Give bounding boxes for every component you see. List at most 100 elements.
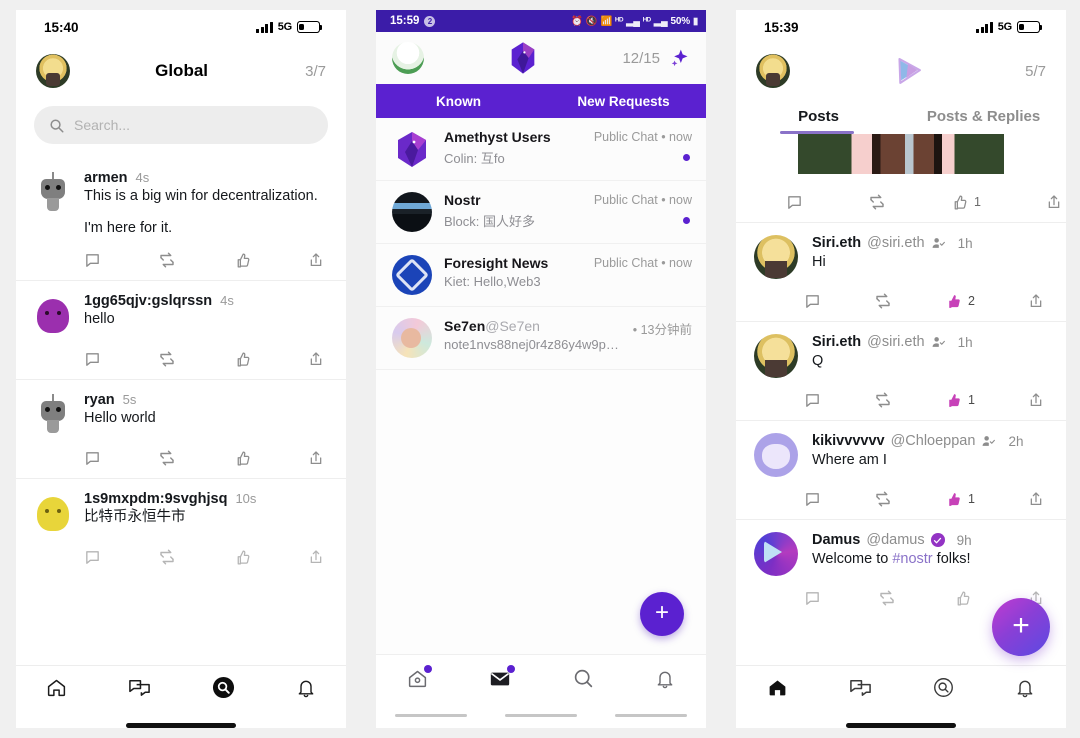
post-author[interactable]: Siri.eth <box>812 334 861 350</box>
hashtag-link[interactable]: #nostr <box>892 551 932 567</box>
tab-posts-replies[interactable]: Posts & Replies <box>901 98 1066 134</box>
repost-icon[interactable] <box>158 548 176 566</box>
compose-fab[interactable]: + <box>992 598 1050 656</box>
amethyst-avatar[interactable] <box>392 129 432 169</box>
amethyst-logo-icon <box>511 42 535 74</box>
bottom-navigation[interactable] <box>16 665 346 709</box>
repost-icon[interactable] <box>158 449 176 467</box>
feed-post[interactable]: Siri.eth @siri.eth 1h Q 1 <box>736 321 1066 420</box>
post-author[interactable]: armen <box>84 170 128 186</box>
nav-mail-icon[interactable] <box>489 664 516 690</box>
like-icon[interactable]: 1 <box>951 194 981 211</box>
sparkle-icon[interactable] <box>670 48 690 68</box>
compose-fab[interactable]: + <box>640 592 684 636</box>
tab-new-requests[interactable]: New Requests <box>541 84 706 118</box>
share-icon[interactable] <box>308 252 324 268</box>
post-author[interactable]: 1gg65qjv:gslqrssn <box>84 293 212 309</box>
reply-icon[interactable] <box>804 293 821 310</box>
repost-icon[interactable] <box>874 391 892 409</box>
reply-icon[interactable] <box>804 491 821 508</box>
feed-post[interactable]: armen 4s This is a big win for decentral… <box>16 158 346 280</box>
chat-list-item[interactable]: Se7en@Se7en note1nvs88nej0r4z86y4w9pv2ds… <box>376 307 706 370</box>
feed-post[interactable]: kikivvvvvv @Chloeppan 2h Where am I 1 <box>736 420 1066 519</box>
reply-icon[interactable] <box>804 392 821 409</box>
reply-icon[interactable] <box>84 549 101 566</box>
post-author[interactable]: ryan <box>84 392 115 408</box>
like-icon[interactable] <box>234 450 251 467</box>
damus-avatar[interactable] <box>754 532 798 576</box>
reply-icon[interactable] <box>84 450 101 467</box>
nav-home-icon[interactable] <box>407 665 432 689</box>
bottom-navigation[interactable] <box>736 665 1066 709</box>
bottom-navigation[interactable] <box>376 654 706 702</box>
like-icon[interactable] <box>234 351 251 368</box>
naruto-avatar[interactable] <box>36 54 70 88</box>
repost-icon[interactable] <box>874 490 892 508</box>
share-icon[interactable] <box>308 549 324 565</box>
leaf-avatar[interactable] <box>392 42 424 74</box>
share-icon[interactable] <box>1046 194 1062 210</box>
like-icon[interactable] <box>234 252 251 269</box>
like-icon[interactable]: 1 <box>945 491 975 508</box>
nav-search-icon[interactable] <box>933 677 954 698</box>
kiki-avatar[interactable] <box>754 433 798 477</box>
share-icon[interactable] <box>1028 293 1044 309</box>
yellow-blob-avatar[interactable] <box>34 491 72 535</box>
robot-avatar[interactable] <box>34 392 72 436</box>
chat-list-item[interactable]: Amethyst Users Colin: 互fo Public Chat • … <box>376 118 706 181</box>
feed-post[interactable]: 1gg65qjv:gslqrssn 4s hello <box>16 280 346 379</box>
tab-known[interactable]: Known <box>376 84 541 118</box>
nav-messages-icon[interactable] <box>849 676 872 699</box>
feed-post[interactable]: Siri.eth @siri.eth 1h Hi 2 <box>736 222 1066 321</box>
feed-post[interactable]: 1s9mxpdm:9svghjsq 10s 比特币永恒牛市 <box>16 478 346 577</box>
nav-notifications-icon[interactable] <box>1015 678 1035 698</box>
reply-icon[interactable] <box>804 590 821 607</box>
chat-list-item[interactable]: Nostr Block: 国人好多 Public Chat • now <box>376 181 706 244</box>
repost-icon[interactable] <box>868 193 886 211</box>
profile-tabs[interactable]: Posts Posts & Replies <box>736 98 1066 134</box>
nav-notifications-icon[interactable] <box>655 669 675 689</box>
naruto-avatar[interactable] <box>754 235 798 279</box>
search-input[interactable]: Search... <box>34 106 328 144</box>
repost-icon[interactable] <box>878 589 896 607</box>
post-author[interactable]: 1s9mxpdm:9svghjsq <box>84 491 227 507</box>
post-media-preview[interactable] <box>736 134 1066 180</box>
post-author[interactable]: Siri.eth <box>812 235 861 251</box>
se7en-avatar[interactable] <box>392 318 432 358</box>
post-author[interactable]: Damus <box>812 532 860 548</box>
repost-icon[interactable] <box>158 350 176 368</box>
foresight-avatar[interactable] <box>392 255 432 295</box>
nav-home-icon[interactable] <box>46 677 67 698</box>
reply-icon[interactable] <box>786 194 803 211</box>
chat-tabs[interactable]: Known New Requests <box>376 84 706 118</box>
reply-icon[interactable] <box>84 252 101 269</box>
share-icon[interactable] <box>308 351 324 367</box>
repost-icon[interactable] <box>158 251 176 269</box>
post-author[interactable]: kikivvvvvv <box>812 433 885 449</box>
tab-posts[interactable]: Posts <box>736 98 901 134</box>
like-icon[interactable] <box>954 590 971 607</box>
profile-feed[interactable]: 1 Siri.eth @siri.eth 1h Hi 2 Siri.eth @s… <box>736 134 1066 665</box>
repost-icon[interactable] <box>874 292 892 310</box>
nav-search-icon[interactable] <box>573 668 594 689</box>
nostr-avatar[interactable] <box>392 192 432 232</box>
naruto-avatar[interactable] <box>756 54 790 88</box>
like-icon[interactable]: 2 <box>945 293 975 310</box>
chat-list[interactable]: Amethyst Users Colin: 互fo Public Chat • … <box>376 118 706 370</box>
robot-avatar[interactable] <box>34 170 72 214</box>
reply-icon[interactable] <box>84 351 101 368</box>
nav-notifications-icon[interactable] <box>296 678 316 698</box>
global-feed[interactable]: armen 4s This is a big win for decentral… <box>16 158 346 665</box>
chat-list-item[interactable]: Foresight News Kiet: Hello,Web3 Public C… <box>376 244 706 307</box>
nav-messages-icon[interactable] <box>128 676 151 699</box>
share-icon[interactable] <box>1028 491 1044 507</box>
nav-home-icon[interactable] <box>767 677 788 698</box>
like-icon[interactable] <box>234 549 251 566</box>
naruto-avatar[interactable] <box>754 334 798 378</box>
purple-blob-avatar[interactable] <box>34 293 72 337</box>
feed-post[interactable]: ryan 5s Hello world <box>16 379 346 478</box>
nav-search-icon[interactable] <box>212 676 235 699</box>
like-icon[interactable]: 1 <box>945 392 975 409</box>
share-icon[interactable] <box>1028 392 1044 408</box>
share-icon[interactable] <box>308 450 324 466</box>
